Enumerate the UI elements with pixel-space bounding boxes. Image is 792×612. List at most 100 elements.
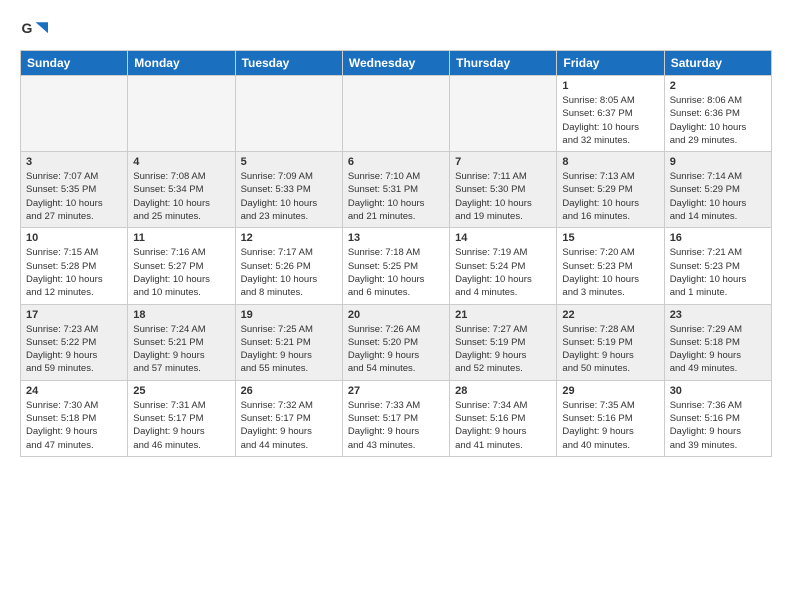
calendar-cell: 16 Sunrise: 7:21 AMSunset: 5:23 PMDayligh… <box>664 228 771 304</box>
weekday-header-thursday: Thursday <box>450 51 557 76</box>
calendar-week-1: 1 Sunrise: 8:05 AMSunset: 6:37 PMDaylight… <box>21 76 772 152</box>
weekday-header-tuesday: Tuesday <box>235 51 342 76</box>
day-info: Sunrise: 7:34 AMSunset: 5:16 PMDaylight:… <box>455 399 551 452</box>
day-number: 26 <box>241 385 337 397</box>
day-number: 25 <box>133 385 229 397</box>
day-info: Sunrise: 7:11 AMSunset: 5:30 PMDaylight:… <box>455 170 551 223</box>
calendar-cell: 12 Sunrise: 7:17 AMSunset: 5:26 PMDayligh… <box>235 228 342 304</box>
weekday-header-friday: Friday <box>557 51 664 76</box>
day-number: 21 <box>455 309 551 321</box>
day-info: Sunrise: 7:14 AMSunset: 5:29 PMDaylight:… <box>670 170 766 223</box>
header: G <box>20 16 772 44</box>
day-info: Sunrise: 7:26 AMSunset: 5:20 PMDaylight:… <box>348 323 444 376</box>
calendar-cell <box>128 76 235 152</box>
logo: G <box>20 16 52 44</box>
day-info: Sunrise: 7:35 AMSunset: 5:16 PMDaylight:… <box>562 399 658 452</box>
calendar-cell: 1 Sunrise: 8:05 AMSunset: 6:37 PMDaylight… <box>557 76 664 152</box>
calendar-cell: 14Sunrise: 7:19 AMSunset: 5:24 PMDayligh… <box>450 228 557 304</box>
calendar-week-4: 17 Sunrise: 7:23 AMSunset: 5:22 PMDayligh… <box>21 304 772 380</box>
day-number: 27 <box>348 385 444 397</box>
day-info: Sunrise: 7:19 AMSunset: 5:24 PMDaylight:… <box>455 246 551 299</box>
day-number: 4 <box>133 156 229 168</box>
svg-text:G: G <box>22 20 33 36</box>
day-number: 13 <box>348 232 444 244</box>
calendar-cell: 23 Sunrise: 7:29 AMSunset: 5:18 PMDayligh… <box>664 304 771 380</box>
calendar-cell: 3 Sunrise: 7:07 AMSunset: 5:35 PMDaylight… <box>21 152 128 228</box>
day-info: Sunrise: 8:05 AMSunset: 6:37 PMDaylight:… <box>562 94 658 147</box>
day-info: Sunrise: 7:18 AMSunset: 5:25 PMDaylight:… <box>348 246 444 299</box>
calendar-cell: 11Sunrise: 7:16 AMSunset: 5:27 PMDayligh… <box>128 228 235 304</box>
calendar-cell: 21 Sunrise: 7:27 AMSunset: 5:19 PMDayligh… <box>450 304 557 380</box>
calendar-cell: 28 Sunrise: 7:34 AMSunset: 5:16 PMDayligh… <box>450 380 557 456</box>
weekday-header-monday: Monday <box>128 51 235 76</box>
day-info: Sunrise: 7:33 AMSunset: 5:17 PMDaylight:… <box>348 399 444 452</box>
day-number: 29 <box>562 385 658 397</box>
day-info: Sunrise: 7:20 AMSunset: 5:23 PMDaylight:… <box>562 246 658 299</box>
day-info: Sunrise: 7:31 AMSunset: 5:17 PMDaylight:… <box>133 399 229 452</box>
day-info: Sunrise: 7:08 AMSunset: 5:34 PMDaylight:… <box>133 170 229 223</box>
calendar-cell: 9Sunrise: 7:14 AMSunset: 5:29 PMDaylight… <box>664 152 771 228</box>
calendar-cell <box>21 76 128 152</box>
calendar-table: SundayMondayTuesdayWednesdayThursdayFrid… <box>20 50 772 457</box>
day-number: 15 <box>562 232 658 244</box>
calendar-cell: 10Sunrise: 7:15 AMSunset: 5:28 PMDayligh… <box>21 228 128 304</box>
day-number: 20 <box>348 309 444 321</box>
weekday-header-saturday: Saturday <box>664 51 771 76</box>
calendar-cell: 15 Sunrise: 7:20 AMSunset: 5:23 PMDayligh… <box>557 228 664 304</box>
calendar-cell: 22Sunrise: 7:28 AMSunset: 5:19 PMDayligh… <box>557 304 664 380</box>
day-number: 7 <box>455 156 551 168</box>
weekday-header-wednesday: Wednesday <box>342 51 449 76</box>
day-info: Sunrise: 7:36 AMSunset: 5:16 PMDaylight:… <box>670 399 766 452</box>
calendar-cell <box>235 76 342 152</box>
day-info: Sunrise: 7:25 AMSunset: 5:21 PMDaylight:… <box>241 323 337 376</box>
day-number: 1 <box>562 80 658 92</box>
day-info: Sunrise: 7:30 AMSunset: 5:18 PMDaylight:… <box>26 399 122 452</box>
calendar-cell: 30Sunrise: 7:36 AMSunset: 5:16 PMDayligh… <box>664 380 771 456</box>
day-number: 22 <box>562 309 658 321</box>
day-info: Sunrise: 7:27 AMSunset: 5:19 PMDaylight:… <box>455 323 551 376</box>
day-number: 3 <box>26 156 122 168</box>
calendar-cell: 29 Sunrise: 7:35 AMSunset: 5:16 PMDayligh… <box>557 380 664 456</box>
calendar-cell: 5Sunrise: 7:09 AMSunset: 5:33 PMDaylight… <box>235 152 342 228</box>
day-info: Sunrise: 7:17 AMSunset: 5:26 PMDaylight:… <box>241 246 337 299</box>
calendar-week-2: 3 Sunrise: 7:07 AMSunset: 5:35 PMDaylight… <box>21 152 772 228</box>
day-number: 23 <box>670 309 766 321</box>
calendar-cell: 17 Sunrise: 7:23 AMSunset: 5:22 PMDayligh… <box>21 304 128 380</box>
day-number: 12 <box>241 232 337 244</box>
calendar-cell: 27 Sunrise: 7:33 AMSunset: 5:17 PMDayligh… <box>342 380 449 456</box>
day-info: Sunrise: 8:06 AMSunset: 6:36 PMDaylight:… <box>670 94 766 147</box>
day-number: 18 <box>133 309 229 321</box>
day-number: 6 <box>348 156 444 168</box>
day-info: Sunrise: 7:23 AMSunset: 5:22 PMDaylight:… <box>26 323 122 376</box>
day-info: Sunrise: 7:07 AMSunset: 5:35 PMDaylight:… <box>26 170 122 223</box>
day-number: 28 <box>455 385 551 397</box>
calendar-page: G SundayMondayTuesdayWednesdayThursdayFr… <box>0 0 792 473</box>
day-number: 2 <box>670 80 766 92</box>
calendar-cell: 19 Sunrise: 7:25 AMSunset: 5:21 PMDayligh… <box>235 304 342 380</box>
day-number: 24 <box>26 385 122 397</box>
calendar-cell: 18 Sunrise: 7:24 AMSunset: 5:21 PMDayligh… <box>128 304 235 380</box>
calendar-cell <box>342 76 449 152</box>
day-number: 11 <box>133 232 229 244</box>
day-info: Sunrise: 7:09 AMSunset: 5:33 PMDaylight:… <box>241 170 337 223</box>
calendar-cell: 24 Sunrise: 7:30 AMSunset: 5:18 PMDayligh… <box>21 380 128 456</box>
day-number: 16 <box>670 232 766 244</box>
day-info: Sunrise: 7:24 AMSunset: 5:21 PMDaylight:… <box>133 323 229 376</box>
calendar-cell: 26Sunrise: 7:32 AMSunset: 5:17 PMDayligh… <box>235 380 342 456</box>
day-number: 19 <box>241 309 337 321</box>
day-number: 17 <box>26 309 122 321</box>
day-info: Sunrise: 7:29 AMSunset: 5:18 PMDaylight:… <box>670 323 766 376</box>
day-info: Sunrise: 7:10 AMSunset: 5:31 PMDaylight:… <box>348 170 444 223</box>
day-number: 8 <box>562 156 658 168</box>
day-number: 10 <box>26 232 122 244</box>
calendar-cell: 4 Sunrise: 7:08 AMSunset: 5:34 PMDaylight… <box>128 152 235 228</box>
calendar-week-5: 24 Sunrise: 7:30 AMSunset: 5:18 PMDayligh… <box>21 380 772 456</box>
calendar-cell <box>450 76 557 152</box>
day-info: Sunrise: 7:21 AMSunset: 5:23 PMDaylight:… <box>670 246 766 299</box>
weekday-header-sunday: Sunday <box>21 51 128 76</box>
weekday-header-row: SundayMondayTuesdayWednesdayThursdayFrid… <box>21 51 772 76</box>
calendar-cell: 7 Sunrise: 7:11 AMSunset: 5:30 PMDaylight… <box>450 152 557 228</box>
calendar-week-3: 10Sunrise: 7:15 AMSunset: 5:28 PMDayligh… <box>21 228 772 304</box>
calendar-cell: 2 Sunrise: 8:06 AMSunset: 6:36 PMDaylight… <box>664 76 771 152</box>
day-info: Sunrise: 7:13 AMSunset: 5:29 PMDaylight:… <box>562 170 658 223</box>
